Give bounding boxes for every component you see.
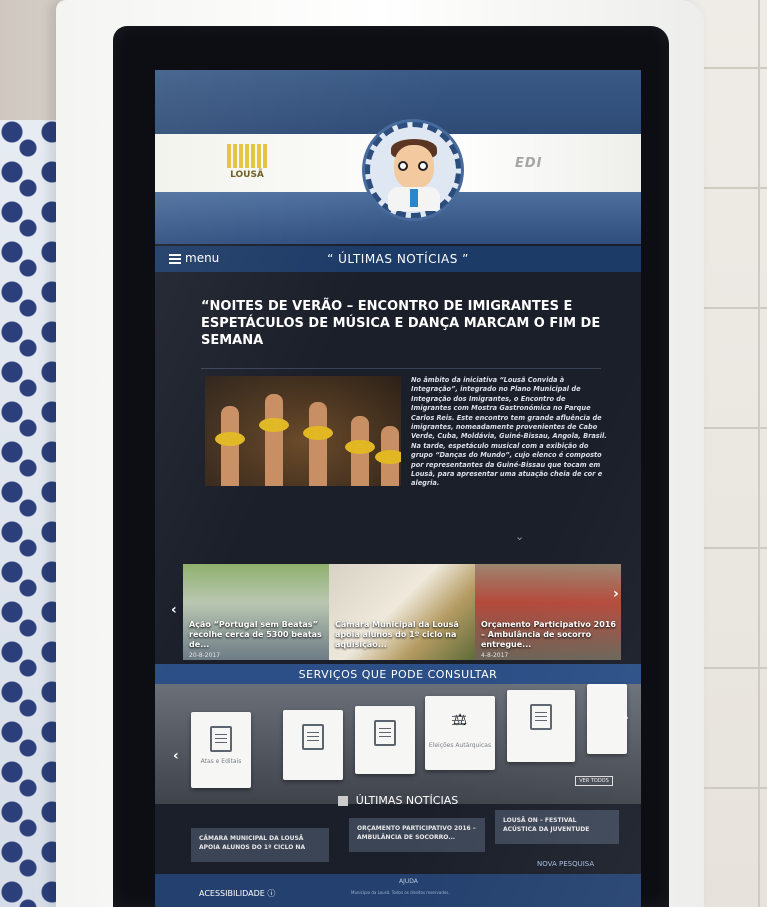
news-card[interactable]: CÂMARA MUNICIPAL DA LOUSÃ APOIA ALUNOS D… xyxy=(191,828,329,862)
carousel-date: 4-8-2017 xyxy=(481,652,509,659)
lousa-logo[interactable]: LOUSÃ xyxy=(217,144,277,188)
accessibility-link[interactable]: ACESSIBILIDADE ⓘ xyxy=(199,888,275,899)
newspaper-icon xyxy=(337,796,348,806)
article-body: No âmbito da iniciativa “Lousã Convida à… xyxy=(411,376,607,488)
new-search-link[interactable]: NOVA PESQUISA xyxy=(537,860,594,868)
carousel-date: 7-8-2017 xyxy=(335,652,363,659)
services-next-arrow-icon[interactable]: › xyxy=(623,710,629,726)
footer: AJUDA ACESSIBILIDADE ⓘ Município da Lous… xyxy=(155,874,641,907)
carousel-caption: Câmara Municipal da Lousã apoia alunos d… xyxy=(335,620,459,649)
news-carousel: Ação “Portugal sem Beatas” recolhe cerca… xyxy=(171,564,621,660)
service-tile[interactable]: ⚖ Eleições Autárquicas xyxy=(425,696,495,770)
service-tile[interactable]: Atas e Editais xyxy=(191,712,251,788)
article-title[interactable]: “NOITES DE VERÃO – ENCONTRO DE IMIGRANTE… xyxy=(201,298,601,349)
carousel-item[interactable]: Orçamento Participativo 2016 – Ambulânci… xyxy=(475,564,621,660)
carousel-caption: Ação “Portugal sem Beatas” recolhe cerca… xyxy=(189,620,322,649)
help-link[interactable]: AJUDA xyxy=(399,878,418,885)
mascot-avatar xyxy=(365,122,461,218)
service-tile[interactable] xyxy=(507,690,575,762)
services-prev-arrow-icon[interactable]: ‹ xyxy=(173,748,179,764)
services-title: SERVIÇOS QUE PODE CONSULTAR xyxy=(298,668,498,681)
kiosk-screen: LOUSÃ EDI menu “ ÚLTIMAS NOTÍCIAS ” “NOI… xyxy=(155,70,641,907)
carousel-item[interactable]: Câmara Municipal da Lousã apoia alunos d… xyxy=(329,564,475,660)
carousel-date: 20-8-2017 xyxy=(189,652,221,659)
article-photo xyxy=(205,376,401,486)
services-header: SERVIÇOS QUE PODE CONSULTAR xyxy=(155,664,641,684)
service-tile[interactable] xyxy=(355,706,415,774)
partner-logo: EDI xyxy=(515,156,543,171)
lousa-logo-icon xyxy=(227,144,267,168)
section-title: “ ÚLTIMAS NOTÍCIAS ” xyxy=(327,252,469,266)
copyright-text: Município da Lousã. Todos os direitos re… xyxy=(351,890,450,895)
divider xyxy=(201,368,601,369)
news-card[interactable]: ORÇAMENTO PARTICIPATIVO 2016 – AMBULÂNCI… xyxy=(349,818,485,852)
document-icon xyxy=(210,726,232,752)
latest-news-title: ÚLTIMAS NOTÍCIAS xyxy=(155,794,641,807)
info-document-icon xyxy=(530,704,552,730)
lousa-logo-text: LOUSÃ xyxy=(230,170,264,180)
document-icon xyxy=(374,720,396,746)
info-icon: ⓘ xyxy=(267,889,276,898)
service-tile[interactable] xyxy=(283,710,343,780)
document-icon xyxy=(302,724,324,750)
service-tile[interactable] xyxy=(587,684,627,754)
nav-bar: menu “ ÚLTIMAS NOTÍCIAS ” xyxy=(155,246,641,272)
chevron-down-icon[interactable]: ⌄ xyxy=(515,530,524,543)
scales-icon: ⚖ xyxy=(449,710,471,736)
carousel-item[interactable]: Ação “Portugal sem Beatas” recolhe cerca… xyxy=(183,564,329,660)
carousel-next-arrow-icon[interactable]: › xyxy=(613,586,619,602)
see-all-button[interactable]: VER TODOS xyxy=(575,776,613,786)
carousel-prev-arrow-icon[interactable]: ‹ xyxy=(171,602,177,618)
carousel-caption: Orçamento Participativo 2016 – Ambulânci… xyxy=(481,620,616,649)
news-card[interactable]: LOUSÃ ON – FESTIVAL ACÚSTICA DA JUVENTUD… xyxy=(495,810,619,844)
